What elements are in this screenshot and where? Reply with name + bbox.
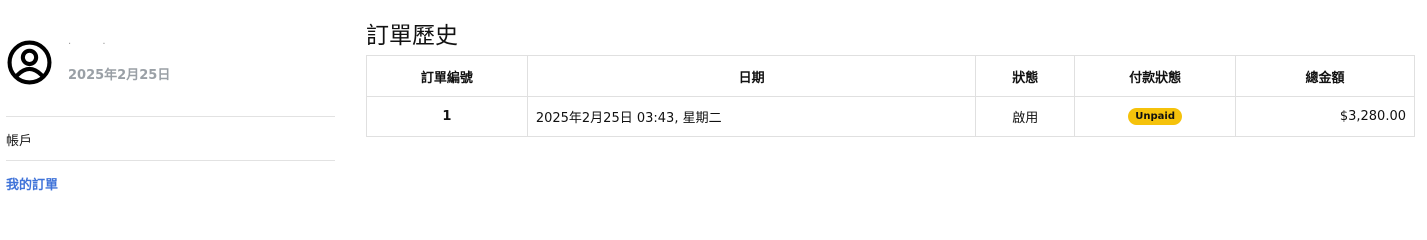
profile-card: . . 2025年2月25日 [6, 36, 335, 96]
sidebar-item-account[interactable]: 帳戶 [6, 130, 32, 149]
column-header-date: 日期 [526, 55, 977, 97]
sidebar-item-my-orders[interactable]: 我的訂單 [6, 174, 58, 193]
column-header-payment-status: 付款狀態 [1074, 55, 1237, 97]
order-total: $3,280.00 [1235, 96, 1415, 137]
table-header-row: 訂單編號 日期 狀態 付款狀態 總金額 [366, 55, 1415, 97]
sidebar: . . 2025年2月25日 帳戶 我的訂單 [6, 0, 335, 200]
payment-status-cell: Unpaid [1074, 96, 1237, 137]
payment-status-badge: Unpaid [1128, 108, 1183, 125]
profile-name: . . [68, 36, 120, 47]
order-number[interactable]: 1 [366, 96, 528, 137]
column-header-status: 狀態 [975, 55, 1076, 97]
order-status: 啟用 [975, 96, 1076, 137]
page-title: 訂單歷史 [366, 23, 458, 49]
order-date: 2025年2月25日 03:43, 星期二 [526, 96, 977, 137]
table-row[interactable]: 1 2025年2月25日 03:43, 星期二 啟用 Unpaid $3,280… [366, 96, 1415, 137]
orders-table: 訂單編號 日期 狀態 付款狀態 總金額 1 2025年2月25日 03:43, … [366, 55, 1415, 137]
profile-date: 2025年2月25日 [68, 68, 171, 83]
user-circle-icon [7, 40, 52, 85]
divider [6, 116, 335, 117]
main-content: 訂單歷史 訂單編號 日期 狀態 付款狀態 總金額 1 2025年2月25日 03… [366, 0, 1416, 200]
page: . . 2025年2月25日 帳戶 我的訂單 訂單歷史 訂單編號 日期 狀態 付… [0, 0, 1427, 200]
column-header-total: 總金額 [1235, 55, 1415, 97]
divider [6, 160, 335, 161]
column-header-order-no: 訂單編號 [366, 55, 528, 97]
